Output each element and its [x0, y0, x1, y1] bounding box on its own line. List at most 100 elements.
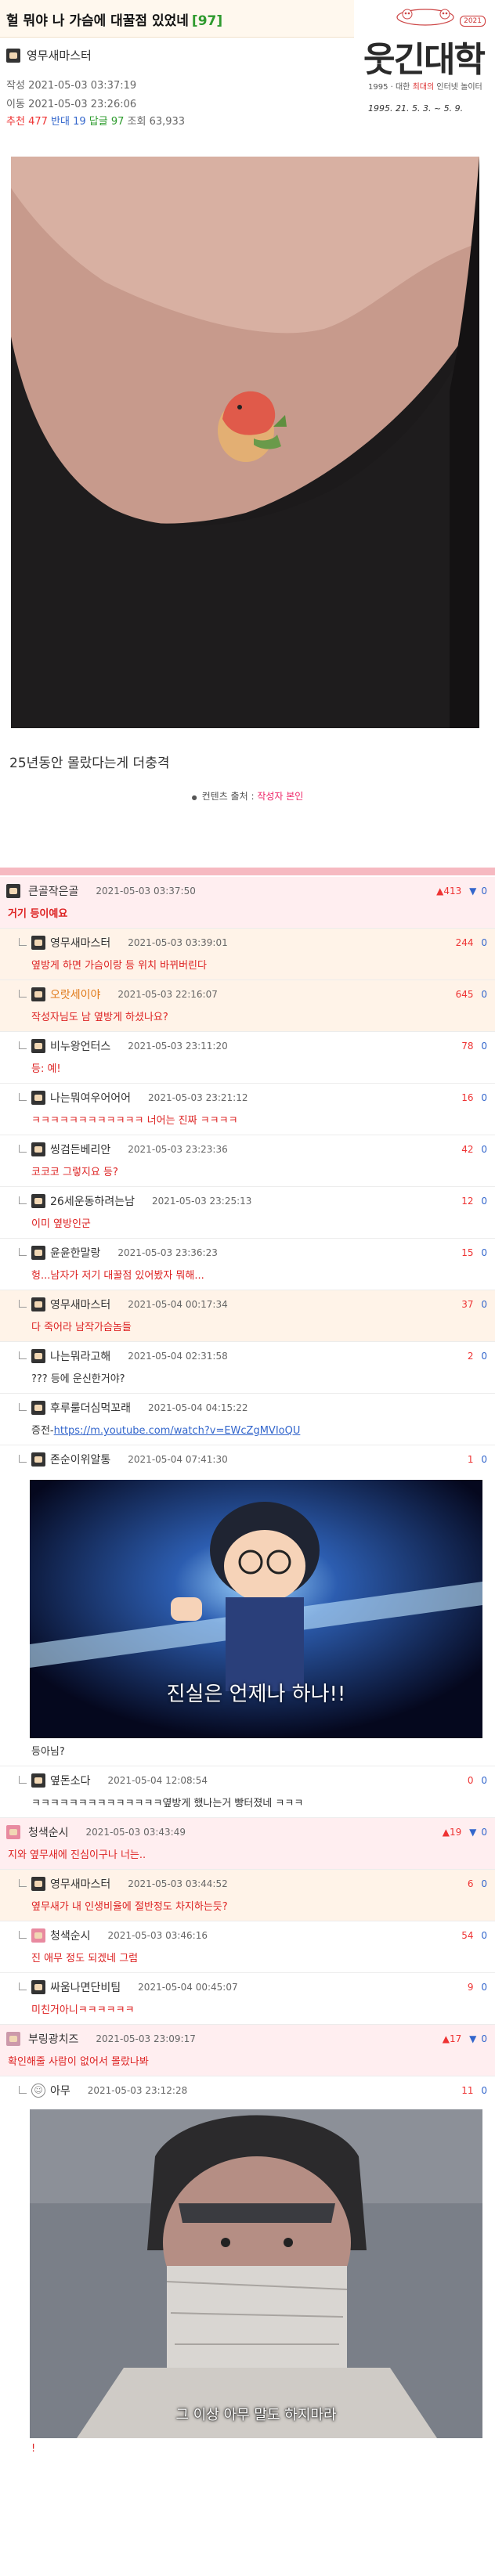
thumb-down-icon[interactable]: ▼	[469, 886, 476, 897]
logo-date: 1995. 21. 5. 3. ~ 5. 9.	[368, 103, 464, 114]
upvote-count: 78	[461, 1041, 474, 1052]
comment-score: 16 0	[461, 1092, 487, 1103]
commenter-avatar	[31, 1980, 45, 1994]
commenter-name[interactable]: 영무새마스터	[50, 935, 110, 951]
created-label: 작성	[6, 80, 25, 92]
comment-score: 1 0	[468, 1454, 487, 1465]
comment-time: 2021-05-04 12:08:54	[107, 1775, 208, 1786]
commenter-name[interactable]: 씽검든베리안	[50, 1142, 110, 1157]
created-time: 2021-05-03 03:37:19	[28, 80, 137, 92]
commenter-avatar	[31, 936, 45, 950]
commenter-name[interactable]: 아무	[50, 2083, 70, 2098]
commenter-name[interactable]: 나는뭐라고해	[50, 1348, 110, 1364]
downvote-count: 0	[481, 989, 487, 1000]
commenter-name[interactable]: 청색순시	[28, 1824, 69, 1840]
post-image[interactable]	[11, 157, 479, 728]
commenter-avatar	[31, 1194, 45, 1208]
post-title: 헐 뭐야 나 가슴에 대꿀점 있었네	[6, 13, 189, 29]
comment-item: 옆돈소다 2021-05-04 12:08:54 0 0 ㅋㅋㅋㅋㅋㅋㅋㅋㅋㅋㅋ…	[0, 1766, 495, 1818]
post-caption: 25년동안 몰랐다는게 더충격	[9, 756, 170, 771]
comment-time: 2021-05-04 00:45:07	[138, 1982, 238, 1993]
commenter-name[interactable]: 싸움나면단비팀	[50, 1979, 121, 1995]
comment-time: 2021-05-03 03:43:49	[85, 1827, 186, 1838]
comment-count[interactable]: [97]	[192, 13, 222, 29]
commenter-name[interactable]: 비누왕언터스	[50, 1038, 110, 1054]
thumb-up-icon[interactable]: ▲	[443, 1827, 450, 1838]
commenter-name[interactable]: 영무새마스터	[50, 1297, 110, 1312]
commenter-avatar	[6, 884, 20, 898]
commenter-avatar	[31, 1928, 45, 1943]
commenter-name[interactable]: 옆돈소다	[50, 1773, 91, 1788]
site-logo[interactable]: 2021 웃긴대학 1995 · 대한 최대의 인터넷 놀이터 1995. 21…	[359, 0, 492, 139]
content-source: ● 컨텐츠 출처 : 작성자 본인	[0, 789, 495, 803]
commenter-name[interactable]: 영무새마스터	[50, 1876, 110, 1892]
comment-image[interactable]: 진실은 언제나 하나!!	[30, 1480, 482, 1738]
upvote-count: 645	[455, 989, 474, 1000]
upvote-count: 37	[461, 1299, 474, 1310]
slogan-highlight: 최대의	[412, 83, 435, 92]
commenter-name[interactable]: 부링광치즈	[28, 2031, 78, 2047]
comment-item: 비누왕언터스 2021-05-03 23:11:20 78 0 등: 예!	[0, 1032, 495, 1084]
upvote-count: 244	[455, 937, 474, 948]
source-value: 작성자 본인	[257, 791, 304, 802]
comment-score: 15 0	[461, 1247, 487, 1258]
logo-text: 웃긴대학	[363, 40, 486, 80]
comment-time: 2021-05-04 00:17:34	[128, 1299, 228, 1310]
comment-time: 2021-05-03 03:46:16	[107, 1930, 208, 1941]
commenter-name[interactable]: 존순이위알통	[50, 1452, 110, 1467]
youtube-link[interactable]: https://m.youtube.com/watch?v=EWcZgMVIoQ…	[54, 1425, 301, 1437]
views-count: 63,933	[149, 116, 186, 128]
comment-time: 2021-05-03 23:21:12	[148, 1092, 248, 1103]
image-subtitle: 그 이상 아무 말도 하지마라	[175, 2407, 337, 2423]
created-row: 작성 2021-05-03 03:37:19	[6, 77, 136, 92]
comment-score: ▲19 ▼ 0	[443, 1827, 487, 1838]
downvote-count: 0	[481, 1092, 487, 1103]
comment-item: 영무새마스터 2021-05-04 00:17:34 37 0 다 죽어라 남작…	[0, 1290, 495, 1342]
upvote-count: 9	[467, 1982, 474, 1993]
upvote-count: 12	[461, 1196, 474, 1207]
comment-score: 2 0	[468, 1351, 487, 1362]
comment-item: 윤윤한말랑 2021-05-03 23:36:23 15 0 헝...남자가 저…	[0, 1239, 495, 1290]
image-subtitle: 진실은 언제나 하나!!	[166, 1683, 346, 1706]
commenter-name[interactable]: 큰골작은골	[28, 883, 78, 899]
comment-item: 존순이위알통 2021-05-04 07:41:30 1 0 진실은 언제나 하…	[0, 1445, 495, 1766]
bullet-icon: ●	[191, 794, 197, 801]
comment-text: 작성자님도 남 옆방게 하셨나요?	[31, 1012, 168, 1023]
commenter-name[interactable]: 나는뭐여우어어어	[50, 1090, 131, 1106]
comment-text: 헝...남자가 저기 대꿀점 있어봤자 뭐해...	[31, 1270, 204, 1282]
thumb-down-icon[interactable]: ▼	[469, 2033, 476, 2044]
anime-character-illustration	[30, 2109, 482, 2438]
comment-time: 2021-05-03 03:39:01	[128, 937, 228, 948]
commenter-name[interactable]: 26세운동하려는남	[50, 1193, 135, 1209]
commenter-name[interactable]: 윤윤한말랑	[50, 1245, 100, 1261]
commenter-avatar	[31, 1452, 45, 1467]
comment-image[interactable]: 그 이상 아무 말도 하지마라	[30, 2109, 482, 2438]
commenter-name[interactable]: 후루룰더심먹꼬래	[50, 1400, 131, 1416]
comment-item: 오랏세이야 2021-05-03 22:16:07 645 0 작성자님도 남 …	[0, 980, 495, 1032]
comment-text: !	[31, 2443, 36, 2455]
reply-label: 답글	[89, 116, 108, 128]
comment-item: 씽검든베리안 2021-05-03 23:23:36 42 0 코코코 그렇지요…	[0, 1135, 495, 1187]
comment-score: ▲17 ▼ 0	[443, 2033, 487, 2044]
comment-item: 부링광치즈 2021-05-03 23:09:17 ▲17 ▼ 0 확인해줄 사람…	[0, 2025, 495, 2076]
oppose-count: 19	[73, 116, 86, 128]
author-name[interactable]: 영무새마스터	[27, 47, 92, 63]
comment-score: 645 0	[456, 989, 487, 1000]
thumb-up-icon[interactable]: ▲	[443, 2033, 450, 2044]
commenter-name[interactable]: 청색순시	[50, 1928, 91, 1943]
comment-text: 증전-https://m.youtube.com/watch?v=EWcZgMV…	[0, 1422, 495, 1445]
commenter-avatar	[6, 2032, 20, 2046]
thumb-up-icon[interactable]: ▲	[436, 886, 443, 897]
downvote-count: 0	[481, 1930, 487, 1941]
recommend-count: 477	[28, 116, 48, 128]
logo-badge: 2021	[460, 16, 486, 27]
slogan-post: 인터넷 놀이터	[434, 83, 482, 92]
upvote-count: 413	[443, 886, 462, 897]
downvote-count: 0	[481, 1351, 487, 1362]
commenter-name[interactable]: 오랏세이야	[50, 987, 100, 1002]
thumb-down-icon[interactable]: ▼	[469, 1827, 476, 1838]
comment-text: 코코코 그렇지요 등?	[31, 1167, 118, 1178]
comment-score: 244 0	[456, 937, 487, 948]
comment-item: 청색순시 2021-05-03 03:46:16 54 0 진 애무 정도 되겠…	[0, 1921, 495, 1973]
comment-text: 다 죽어라 남작가슴놈들	[31, 1322, 132, 1333]
